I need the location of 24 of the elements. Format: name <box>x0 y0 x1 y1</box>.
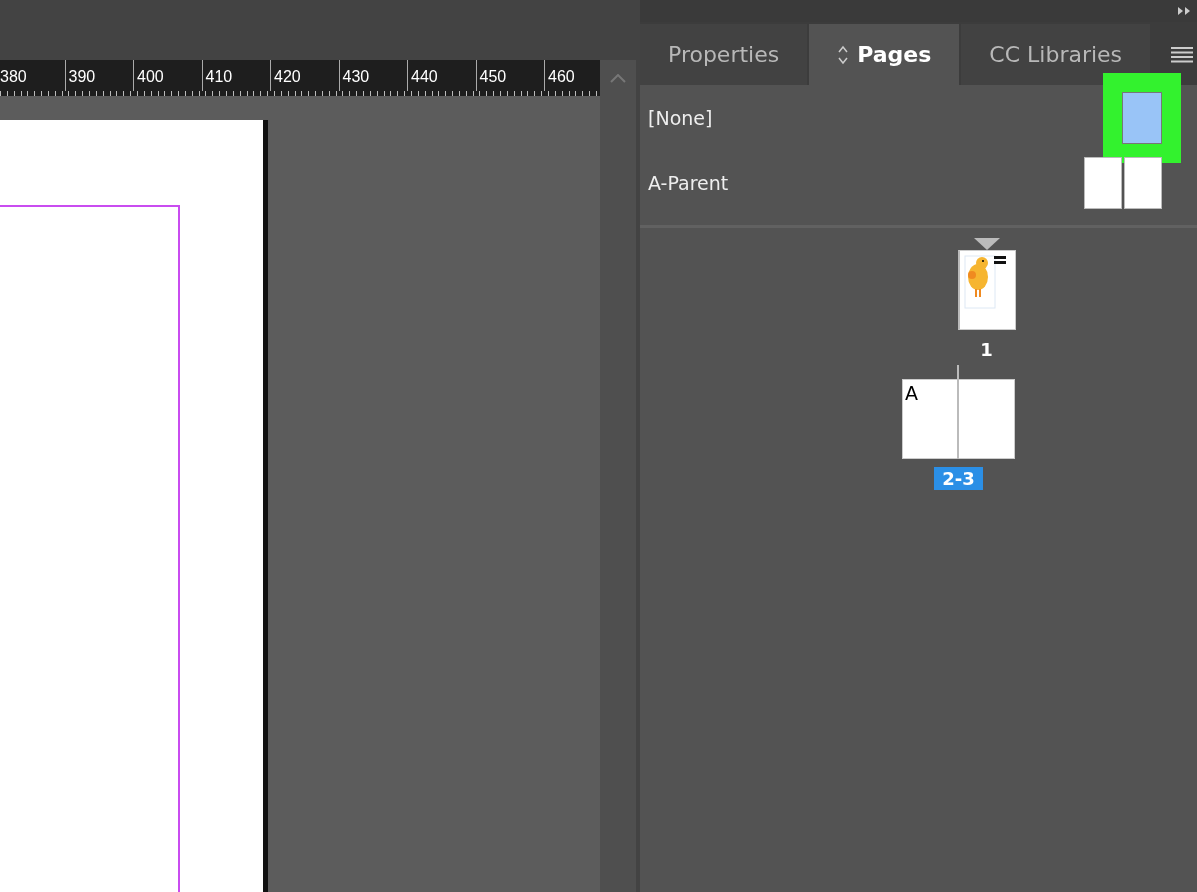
spread-thumbnail[interactable]: A <box>902 379 1015 459</box>
parent-thumbnail[interactable] <box>1084 156 1162 209</box>
parent-prefix: A <box>905 382 918 404</box>
parent-thumbnail[interactable] <box>1122 91 1162 144</box>
sort-icon <box>837 44 850 65</box>
page-number[interactable]: 1 <box>972 338 1001 361</box>
collapse-icon[interactable] <box>1177 6 1191 16</box>
panel-tab[interactable]: CC Libraries <box>961 24 1151 85</box>
vertical-scrollbar[interactable] <box>600 96 636 892</box>
panel-tab[interactable]: Pages <box>809 24 960 85</box>
ruler-label: 460 <box>548 68 575 85</box>
panel-tab[interactable]: Properties <box>640 24 808 85</box>
parent-label: A-Parent <box>648 171 729 194</box>
menu-icon[interactable] <box>1171 46 1193 63</box>
ruler-label: 420 <box>274 68 301 85</box>
ruler-label: 410 <box>205 68 233 85</box>
ruler-label: 400 <box>137 68 164 85</box>
ruler-label: 440 <box>411 68 438 85</box>
parent-label: [None] <box>648 106 713 129</box>
ruler-label: 390 <box>68 68 96 85</box>
ruler-label: 450 <box>479 68 507 85</box>
ruler-label: 380 <box>0 68 27 85</box>
ruler-label: 430 <box>342 68 370 85</box>
page-thumbnail[interactable] <box>957 250 1016 330</box>
